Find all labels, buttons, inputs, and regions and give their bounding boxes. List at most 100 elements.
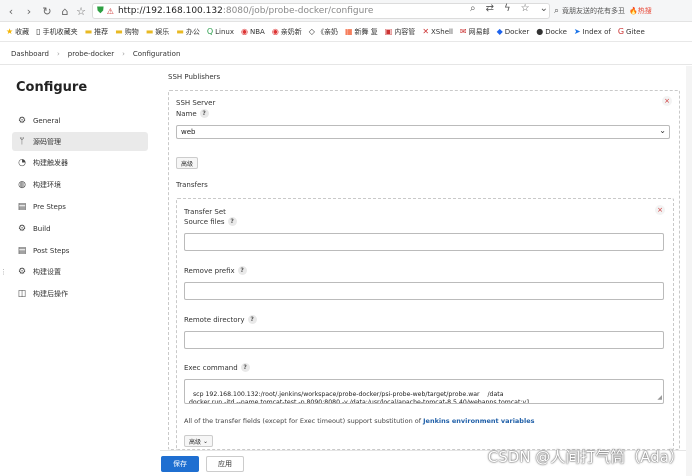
- hot-search-badge: 🔥热搜: [629, 7, 652, 15]
- help-icon[interactable]: ?: [199, 109, 209, 118]
- bookmark-item[interactable]: ▬ 购物: [115, 27, 139, 37]
- remote-directory-input[interactable]: [184, 331, 664, 349]
- bookmark-item[interactable]: ▬ 办公: [176, 27, 200, 37]
- remote-directory-label: Remote directory?: [184, 315, 257, 324]
- url-text: http://192.168.100.132:8080/job/probe-do…: [117, 6, 374, 16]
- back-icon[interactable]: ‹: [4, 4, 18, 18]
- sidebar-item-build-settings[interactable]: ⚙ 构建设置: [12, 262, 148, 281]
- lightning-icon[interactable]: ϟ: [504, 3, 511, 14]
- shield-icon: ⛊: [97, 6, 104, 16]
- chevron-right-icon: ›: [56, 49, 60, 58]
- search-icon[interactable]: ⌕: [470, 3, 476, 14]
- sidebar-item-general[interactable]: ⚙ General: [12, 111, 148, 130]
- sidebar-item-post-steps[interactable]: ▤ Post Steps: [12, 241, 148, 260]
- phone-icon: ▯: [36, 27, 41, 36]
- folder-icon: ▬: [145, 27, 154, 36]
- bookmark-item[interactable]: ◆ Docker: [497, 27, 530, 36]
- chevron-right-icon: ›: [122, 49, 125, 58]
- chevron-down-icon[interactable]: ⌄: [540, 3, 548, 14]
- bookmark-item[interactable]: ◉ 亲奶新: [272, 27, 302, 37]
- help-icon[interactable]: ?: [227, 217, 237, 226]
- remove-prefix-input[interactable]: [184, 282, 664, 300]
- bookmark-item[interactable]: ▣ 内容管: [385, 27, 416, 37]
- bookmark-icon[interactable]: ☆: [74, 4, 88, 18]
- bookmark-item[interactable]: ▬ 推荐: [85, 27, 109, 37]
- forward-icon[interactable]: ›: [22, 4, 36, 18]
- docker-icon: ◆: [496, 27, 503, 36]
- star-icon: ★: [6, 27, 14, 36]
- gear-icon: ⚙: [17, 223, 27, 234]
- ssh-server-label: SSH Server: [176, 99, 216, 107]
- globe-icon: ◍: [18, 179, 26, 190]
- bookmark-item[interactable]: Q Linux: [207, 27, 234, 36]
- sidebar-item-scm[interactable]: ᛘ 源码管理: [12, 132, 148, 151]
- steps-icon: ▤: [17, 201, 27, 212]
- breadcrumb: Dashboard › probe-docker › Configuration: [0, 43, 692, 65]
- home-icon[interactable]: ⌂: [58, 4, 72, 18]
- advanced-button-2[interactable]: 高级 ⌄: [184, 435, 214, 447]
- cube-icon: ◫: [17, 288, 27, 299]
- close-icon[interactable]: ×: [655, 205, 665, 215]
- clock-icon: ◔: [18, 157, 26, 168]
- site-icon: ◉: [271, 27, 279, 36]
- close-icon[interactable]: ×: [662, 96, 672, 106]
- branch-icon: ᛘ: [19, 136, 25, 147]
- bookmark-item[interactable]: ● Docke: [536, 27, 567, 36]
- scrollbar[interactable]: [686, 66, 692, 476]
- steps-icon: ▤: [17, 245, 27, 256]
- q-icon: Q: [206, 27, 214, 36]
- search-placeholder: 竟朋友送的花有多丑: [562, 7, 626, 15]
- bookmark-item[interactable]: ✕ XShell: [422, 27, 453, 36]
- help-icon[interactable]: ?: [240, 363, 250, 372]
- sidebar-item-pre-steps[interactable]: ▤ Pre Steps: [12, 197, 148, 216]
- browser-search[interactable]: ⌕ 竟朋友送的花有多丑 🔥热搜: [554, 3, 690, 19]
- name-select[interactable]: web ⌄: [176, 125, 670, 139]
- bookmark-item[interactable]: ▬ 娱乐: [146, 27, 170, 37]
- help-icon[interactable]: ?: [237, 266, 247, 275]
- source-files-label: Source files?: [184, 217, 237, 226]
- apply-button[interactable]: 应用: [206, 456, 244, 472]
- bookmark-item[interactable]: ◇ 《亲奶: [309, 27, 338, 37]
- bookmark-item[interactable]: ✉ 网易邮: [460, 27, 490, 37]
- translate-icon[interactable]: ⇄: [486, 3, 494, 14]
- breadcrumb-configuration[interactable]: Configuration: [133, 50, 180, 58]
- bookmark-item[interactable]: G Gitee: [618, 27, 645, 36]
- gitee-icon: G: [617, 27, 625, 36]
- site-icon: ▣: [384, 27, 393, 36]
- transfer-set-label: Transfer Set: [184, 208, 226, 216]
- x-icon: ✕: [422, 27, 430, 36]
- breadcrumb-job[interactable]: probe-docker: [68, 50, 114, 58]
- folder-icon: ▬: [115, 27, 123, 36]
- bookmark-item[interactable]: ▦ 新舞 复: [345, 27, 378, 37]
- sidebar-item-build[interactable]: ⚙ Build: [12, 219, 148, 238]
- env-variables-link[interactable]: Jenkins environment variables: [423, 417, 534, 425]
- windows-icon: ▦: [344, 27, 353, 36]
- sidebar-item-post-build[interactable]: ◫ 构建后操作: [12, 284, 148, 303]
- insecure-icon: ⚠: [106, 6, 114, 16]
- bookmark-item[interactable]: ➤ Index of: [574, 27, 611, 36]
- breadcrumb-dashboard[interactable]: Dashboard: [11, 50, 49, 58]
- sidebar-item-triggers[interactable]: ◔ 构建触发器: [12, 153, 148, 172]
- bookmark-item[interactable]: ▯ 手机收藏夹: [36, 27, 77, 37]
- folder-icon: ▬: [84, 27, 93, 36]
- folder-icon: ▬: [176, 27, 184, 36]
- exec-command-textarea[interactable]: scp 192.168.100.132:/root/.jenkins/works…: [184, 379, 664, 404]
- help-icon[interactable]: ?: [247, 315, 257, 324]
- search-icon: ⌕: [554, 6, 560, 16]
- advanced-button[interactable]: 高级: [176, 157, 199, 169]
- collapse-handle[interactable]: ⋮: [0, 268, 7, 276]
- reload-icon[interactable]: ↻: [40, 4, 54, 18]
- page-title: Configure: [16, 80, 88, 95]
- chevron-down-icon: ⌄: [203, 437, 209, 445]
- github-icon: ●: [536, 27, 544, 36]
- star-icon[interactable]: ☆: [521, 3, 530, 14]
- sidebar-item-environment[interactable]: ◍ 构建环境: [12, 175, 148, 194]
- save-button[interactable]: 保存: [161, 456, 199, 472]
- mail-icon: ✉: [459, 27, 467, 36]
- resize-grip-icon[interactable]: ◢: [657, 394, 662, 403]
- bookmark-item[interactable]: ◉ NBA: [241, 27, 265, 36]
- exec-command-label: Exec command?: [184, 363, 250, 372]
- source-files-input[interactable]: [184, 233, 664, 251]
- bookmark-item[interactable]: ★ 收藏: [6, 27, 29, 37]
- gear-icon: ⚙: [17, 115, 27, 126]
